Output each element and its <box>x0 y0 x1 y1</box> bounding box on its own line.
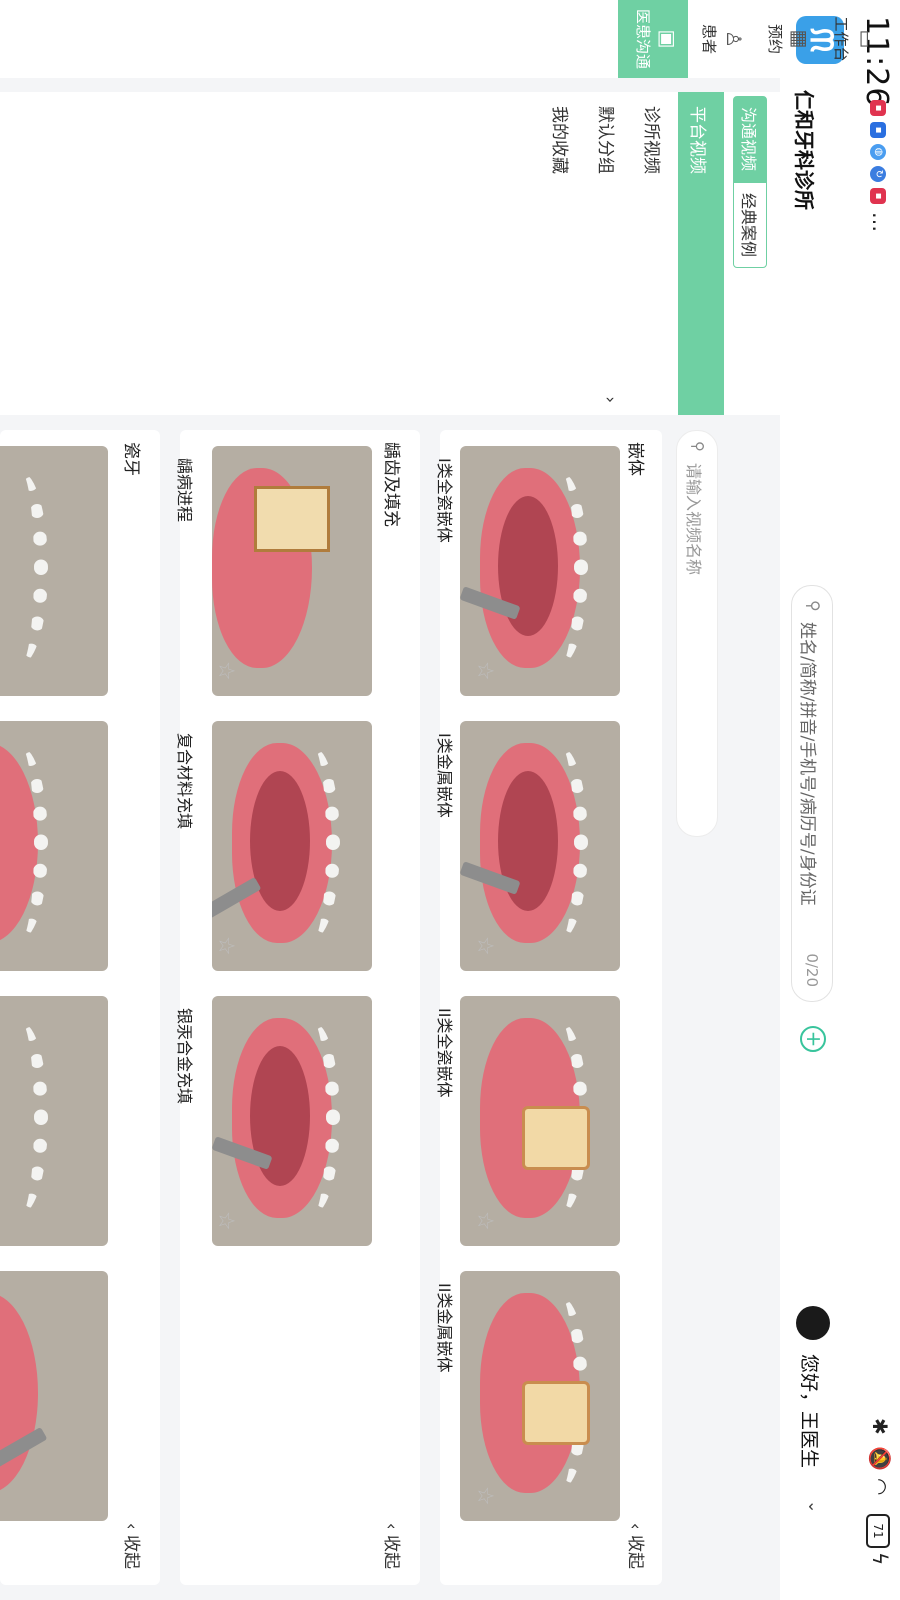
chevron-up-icon: ‹ <box>625 1522 645 1535</box>
wifi-icon: ◠ <box>868 1478 892 1496</box>
bluetooth-icon: ✱ <box>868 1418 892 1435</box>
category-label: 平台视频 <box>687 106 707 174</box>
video-thumbnail[interactable] <box>0 446 108 696</box>
video-thumbnail[interactable] <box>0 996 108 1246</box>
globe-icon: ◍ <box>870 144 886 160</box>
star-icon[interactable]: ☆ <box>213 661 238 681</box>
section-title: 嵌体 <box>625 442 645 476</box>
star-icon[interactable]: ☆ <box>472 1211 497 1231</box>
favorite-row: ☆ ☆ ☆ ☆ <box>467 446 497 1586</box>
user-greeting[interactable]: 您好，王医生 <box>797 1354 824 1468</box>
favorite-row: ☆ ☆ ☆ <box>208 446 238 1586</box>
star-icon[interactable]: ☆ <box>213 936 238 956</box>
video-card[interactable] <box>0 1271 108 1521</box>
section-porcelain-teeth: 瓷牙 ‹ 收起 <box>0 430 160 1585</box>
nav-appointment-label: 预约 <box>766 23 784 54</box>
patient-search-placeholder: 姓名/简称/拼音/手机号/病历号/身份证 <box>797 622 817 906</box>
nav-patients-label: 患者 <box>700 23 718 54</box>
section-title: 瓷牙 <box>121 442 141 476</box>
star-icon[interactable]: ☆ <box>472 1486 497 1506</box>
clinic-name: 仁和牙科诊所 <box>792 90 816 210</box>
search-icon: ⚲ <box>804 600 823 612</box>
tab-comm-video[interactable]: 沟通视频 <box>733 96 767 183</box>
nav-appointment[interactable]: ▦ 预约 <box>762 0 820 78</box>
nav-workbench-label: 工作台 <box>832 16 850 62</box>
status-bar <box>858 0 900 1600</box>
search-icon: ⚲ <box>689 441 707 452</box>
card-title: 龋病进程 <box>175 458 194 523</box>
video-thumbnail[interactable] <box>0 1271 108 1521</box>
video-search-input[interactable]: ⚲ 请输入视频名称 <box>676 430 718 837</box>
category-label: 默认分组 <box>595 106 615 174</box>
video-card[interactable] <box>0 446 108 696</box>
chat-icon: ▣ <box>656 29 680 49</box>
video-search-placeholder: 请输入视频名称 <box>684 463 703 576</box>
nav-patients[interactable]: ♙ 患者 <box>696 0 754 78</box>
person-icon: ♙ <box>722 30 746 48</box>
category-my-favorites[interactable]: 我的收藏 <box>540 92 586 415</box>
category-label: 我的收藏 <box>549 106 569 174</box>
monitor-icon: ▭ <box>854 29 878 49</box>
collapse-label: 收起 <box>121 1535 141 1569</box>
tab-classic-cases[interactable]: 经典案例 <box>733 182 767 269</box>
card-title: I类金属嵌体 <box>435 733 454 818</box>
card-title: 银汞合金充填 <box>175 1008 194 1105</box>
search-char-count: 0/20 <box>803 953 821 987</box>
chevron-up-icon: ‹ <box>121 1522 141 1535</box>
nav-workbench[interactable]: ▭ 工作台 <box>828 0 886 78</box>
nav-comm-label: 医患沟通 <box>634 8 652 69</box>
category-clinic-video[interactable]: 诊所视频 <box>632 92 678 415</box>
category-default-group[interactable]: 默认分组 › <box>586 92 632 415</box>
chevron-up-icon: ‹ <box>381 1522 401 1535</box>
section-title: 龋齿及填充 <box>381 442 401 527</box>
app-red-icon: ▪ <box>870 100 886 116</box>
badge-red-icon: ▪ <box>870 188 886 204</box>
add-icon[interactable]: + <box>800 1026 826 1052</box>
more-notifications-icon: … <box>868 212 892 232</box>
collapse-label: 收起 <box>625 1535 645 1569</box>
card-labels-row: I类全瓷嵌体 I类金属嵌体 II类全瓷嵌体 II类金属嵌体 <box>428 446 458 1586</box>
collapse-button[interactable]: ‹ 收起 <box>121 1523 146 1569</box>
collapse-button[interactable]: ‹ 收起 <box>625 1523 650 1569</box>
calendar-icon: ▦ <box>788 29 812 49</box>
video-card[interactable] <box>0 996 108 1246</box>
app-blue-icon: ▪ <box>870 122 886 138</box>
category-label: 诊所视频 <box>641 106 661 174</box>
card-title: 复合材料充填 <box>175 733 194 830</box>
battery-icon: 71 <box>866 1514 890 1548</box>
charging-icon: ϟ <box>868 1552 892 1566</box>
card-labels-row: 龋病进程 复合材料充填 银汞合金充填 <box>168 446 198 1586</box>
patient-search-input[interactable]: ⚲ 姓名/简称/拼音/手机号/病历号/身份证 0/20 <box>791 585 833 1002</box>
card-title: I类全瓷嵌体 <box>435 458 454 543</box>
chevron-down-icon[interactable]: ⌄ <box>805 1500 824 1513</box>
mute-icon: 🔕 <box>868 1446 892 1471</box>
sync-icon: ↻ <box>870 166 886 182</box>
segment-tabs: 沟通视频经典案例 <box>733 96 767 269</box>
chevron-right-icon: › <box>600 396 620 403</box>
card-title: II类全瓷嵌体 <box>435 1008 454 1098</box>
video-card[interactable] <box>0 721 108 971</box>
category-platform-video[interactable]: 平台视频 <box>678 92 724 415</box>
star-icon[interactable]: ☆ <box>213 1211 238 1231</box>
avatar[interactable] <box>796 1306 830 1340</box>
star-icon[interactable]: ☆ <box>472 661 497 681</box>
star-icon[interactable]: ☆ <box>472 936 497 956</box>
nav-doctor-patient-comm[interactable]: ▣ 医患沟通 <box>618 0 688 78</box>
collapse-label: 收起 <box>381 1535 401 1569</box>
video-thumbnail[interactable] <box>0 721 108 971</box>
card-title: II类金属嵌体 <box>435 1283 454 1373</box>
collapse-button[interactable]: ‹ 收起 <box>381 1523 406 1569</box>
